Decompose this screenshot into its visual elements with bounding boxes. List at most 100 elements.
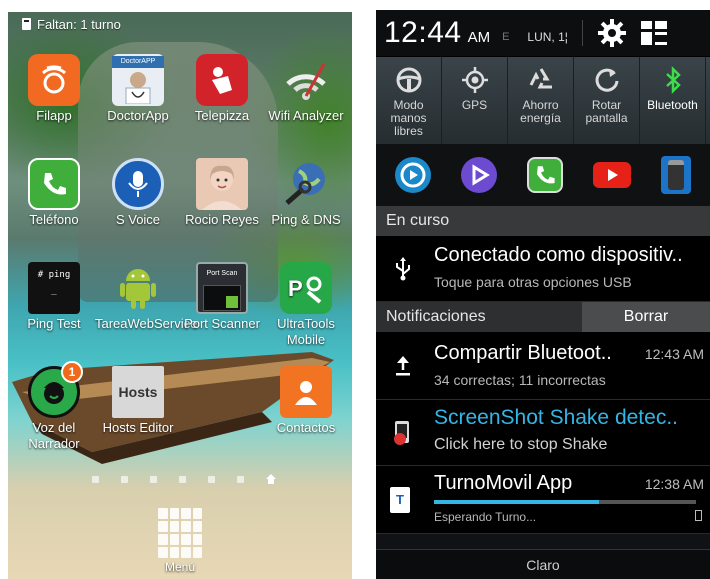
date: LUN, 1¦: [527, 30, 568, 44]
app-label: UltraTools Mobile: [277, 316, 335, 347]
app-telepizza[interactable]: Telepizza: [179, 54, 265, 124]
bluetooth-share-notification[interactable]: Compartir Bluetoot.. 12:43 AM 34 correct…: [376, 332, 710, 400]
phone-icon: [28, 158, 80, 210]
quick-settings-grid-icon[interactable]: [640, 21, 667, 45]
music-player-icon[interactable]: [395, 157, 431, 193]
hosts-icon: Hosts: [112, 366, 164, 418]
page-dot[interactable]: [208, 475, 215, 483]
usb-notification[interactable]: Conectado como dispositiv.. Toque para o…: [376, 236, 710, 302]
filapp-icon: [28, 54, 80, 106]
notification-title: Conectado como dispositiv..: [434, 244, 683, 266]
app-ultratools[interactable]: P UltraTools Mobile: [263, 262, 349, 348]
notification-subtitle: Click here to stop Shake: [434, 436, 608, 453]
ongoing-header: En curso: [376, 206, 710, 236]
notification-icon: [22, 18, 31, 30]
app-label: DoctorApp: [107, 108, 169, 123]
app-tareawebservice[interactable]: TareaWebService: [95, 262, 198, 332]
app-label: TareaWebService: [95, 316, 198, 331]
toggle-ahorro-energia[interactable]: Ahorro energía: [508, 57, 574, 144]
android-icon: [112, 262, 164, 314]
app-hosts-editor[interactable]: Hosts Hosts Editor: [95, 366, 181, 436]
clear-button[interactable]: Borrar: [582, 302, 710, 332]
microphone-icon: [112, 158, 164, 210]
doctorapp-icon: DoctorAPP: [112, 54, 164, 106]
turnomovil-icon: T: [390, 486, 410, 513]
app-drawer-button[interactable]: Menú: [155, 508, 205, 574]
screenshot-shake-notification[interactable]: ScreenShot Shake detec.. Click here to s…: [376, 400, 710, 466]
phone-shortcut-icon[interactable]: [527, 157, 563, 193]
turnomovil-notification[interactable]: T TurnoMovil App 12:38 AM Esperando Turn…: [376, 466, 710, 534]
app-label: Ping Test: [27, 316, 81, 331]
divider: [581, 20, 583, 46]
app-label: Contactos: [276, 420, 336, 435]
globe-icon: [280, 158, 332, 210]
page-dot[interactable]: [121, 475, 128, 483]
notification-subtitle: Esperando Turno...: [434, 510, 537, 524]
carrier-footer: Claro: [376, 549, 710, 579]
toggle-label: Ahorro energía: [520, 98, 561, 125]
home-page-icon[interactable]: [266, 474, 276, 484]
apps-grid-icon: [158, 508, 202, 558]
app-label: Ping & DNS: [271, 212, 341, 227]
app-label: Telepizza: [194, 108, 250, 123]
app-label: Wifi Analyzer: [268, 108, 344, 123]
app-telefono[interactable]: Teléfono: [11, 158, 97, 228]
app-s-voice[interactable]: S Voice: [95, 158, 181, 228]
home-status-bar: Faltan: 1 turno: [8, 12, 352, 36]
notifications-title: Notificaciones: [386, 308, 486, 325]
toggle-bluetooth[interactable]: Bluetooth: [640, 57, 706, 144]
toggle-manos-libres[interactable]: Modo manos libres: [376, 57, 442, 144]
youtube-icon[interactable]: [593, 162, 631, 188]
telepizza-icon: [196, 54, 248, 106]
panel-status-bar: 12:44 AM E LUN, 1¦: [376, 10, 710, 56]
notification-title: ScreenShot Shake detec..: [434, 406, 678, 429]
app-contactos[interactable]: Contactos: [263, 366, 349, 436]
flashlight-icon[interactable]: [661, 156, 691, 194]
clock: 12:44: [384, 16, 462, 49]
app-label: S Voice: [115, 212, 161, 227]
recycle-icon: [529, 68, 552, 89]
app-rocio-reyes[interactable]: Rocio Reyes: [179, 158, 265, 228]
terminal-icon: # ping _: [28, 262, 80, 314]
page-dot[interactable]: [179, 475, 186, 483]
steering-wheel-icon: [396, 67, 421, 93]
app-doctorapp[interactable]: DoctorAPP DoctorApp: [95, 54, 181, 124]
toggle-label: Bluetooth: [647, 98, 698, 112]
notification-subtitle: 34 correctas; 11 incorrectas: [434, 372, 606, 388]
video-player-icon[interactable]: [461, 157, 497, 193]
notification-time: 12:43 AM: [644, 346, 704, 362]
rotate-icon: [595, 68, 618, 92]
app-filapp[interactable]: Filapp: [11, 54, 97, 124]
app-wifi-analyzer[interactable]: Wifi Analyzer: [263, 54, 349, 124]
progress-bar: [434, 500, 696, 504]
page-dot[interactable]: [237, 475, 244, 483]
notification-title: TurnoMovil App: [434, 472, 573, 494]
page-dot[interactable]: [150, 475, 157, 483]
app-label: Rocio Reyes: [185, 212, 259, 227]
app-ping-test[interactable]: # ping _ Ping Test: [11, 262, 97, 332]
small-device-icon: [695, 510, 702, 521]
wifi-icon: [280, 54, 332, 106]
quick-toggles: Modo manos libres GPS Ahorro energía Rot…: [376, 56, 710, 144]
toggle-rotar-pantalla[interactable]: Rotar pantalla: [574, 57, 640, 144]
home-screen: Faltan: 1 turno Filapp DoctorAPP DoctorA…: [8, 12, 352, 579]
toggle-label: Modo manos libres: [390, 98, 427, 138]
clock-ampm: AM: [467, 28, 491, 46]
network-type: E: [502, 31, 510, 43]
app-ping-dns[interactable]: Ping & DNS: [263, 158, 349, 228]
page-indicator[interactable]: [92, 474, 276, 484]
app-label: Voz del Narrador: [28, 420, 80, 451]
toggle-label: Rotar pantalla: [585, 98, 628, 125]
page-dot[interactable]: [92, 475, 99, 483]
notification-subtitle: Toque para otras opciones USB: [434, 274, 632, 290]
notification-badge: 1: [61, 361, 83, 383]
gear-icon[interactable]: [597, 18, 627, 48]
progress-fill: [434, 500, 600, 504]
app-voz-del-narrador[interactable]: 1 Voz del Narrador: [11, 361, 97, 452]
tools-icon: P: [280, 262, 332, 314]
app-port-scanner[interactable]: Port Scan Port Scanner: [179, 262, 265, 332]
app-label: Teléfono: [29, 212, 79, 227]
toggle-gps[interactable]: GPS: [442, 57, 508, 144]
port-scan-icon: Port Scan: [196, 262, 248, 314]
app-label: Filapp: [36, 108, 72, 123]
